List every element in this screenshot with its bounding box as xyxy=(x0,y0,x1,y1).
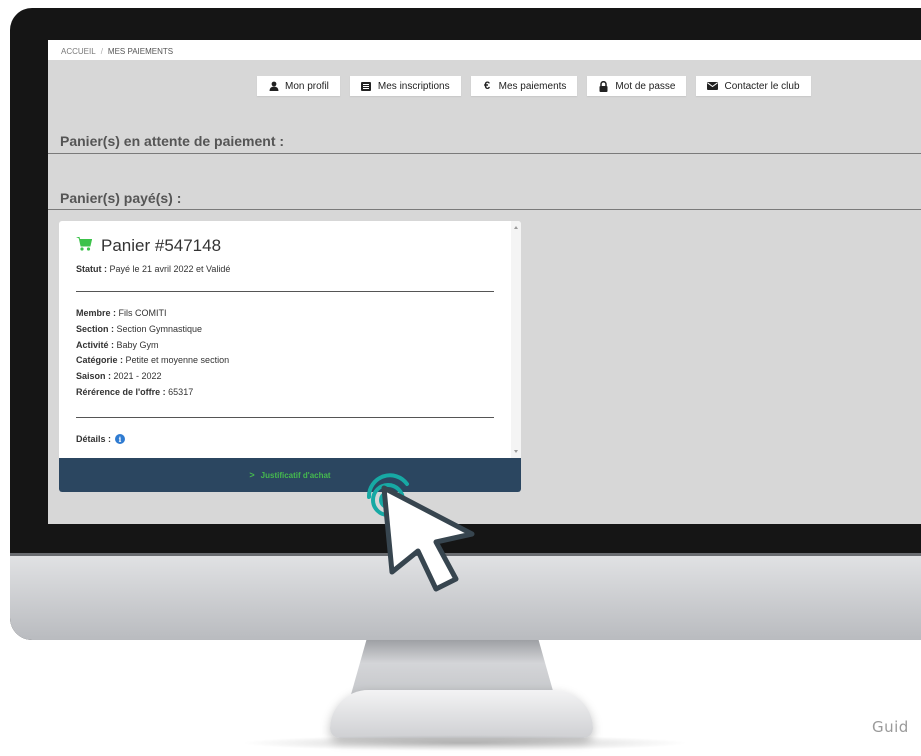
monitor-shadow xyxy=(240,735,690,751)
cart-info: Membre : Fils COMITI Section : Section G… xyxy=(76,306,229,401)
monitor-base xyxy=(330,690,593,738)
pending-carts-rule xyxy=(48,153,921,154)
field-value: 2021 - 2022 xyxy=(111,371,162,382)
profile-nav: Mon profil Mes inscriptions € Mes paieme… xyxy=(257,76,811,96)
envelope-icon xyxy=(707,81,719,92)
screen: ACCUEIL / MES PAIEMENTS Mon profil Mes ins… xyxy=(48,40,921,524)
card-divider-bottom xyxy=(76,417,494,418)
cart-title: Panier #547148 xyxy=(101,236,222,255)
field-value: Baby Gym xyxy=(114,339,159,350)
paid-carts-rule xyxy=(48,209,921,210)
nav-mes-inscriptions-button[interactable]: Mes inscriptions xyxy=(349,76,461,96)
field-label: Membre : xyxy=(76,308,117,318)
info-row-activite: Activité : Baby Gym xyxy=(76,338,229,354)
info-row-saison: Saison : 2021 - 2022 xyxy=(76,369,229,385)
paid-carts-title: Panier(s) payé(s) : xyxy=(60,190,182,206)
breadcrumb-separator: / xyxy=(100,47,103,56)
details-label: Détails : xyxy=(76,434,112,444)
field-value: Petite et moyenne section xyxy=(123,355,230,366)
scroll-up-arrow[interactable] xyxy=(514,226,518,229)
euro-icon: € xyxy=(484,80,491,92)
nav-label: Mot de passe xyxy=(615,80,676,92)
breadcrumb-home[interactable]: ACCUEIL xyxy=(61,47,96,56)
list-icon xyxy=(361,81,372,92)
info-row-section: Section : Section Gymnastique xyxy=(76,322,229,338)
card-scrollbar[interactable] xyxy=(511,221,521,458)
details-row: Détails : i xyxy=(76,434,126,444)
field-value: 65317 xyxy=(165,386,194,397)
nav-label: Contacter le club xyxy=(724,80,800,92)
cart-icon xyxy=(76,236,93,256)
lock-icon xyxy=(598,80,609,92)
field-value: Fils COMITI xyxy=(116,308,167,318)
info-icon[interactable]: i xyxy=(115,434,126,444)
field-label: Activité : xyxy=(76,339,115,350)
field-label: Rérérence de l'offre : xyxy=(76,386,166,397)
pending-carts-title: Panier(s) en attente de paiement : xyxy=(60,133,285,149)
scroll-down-arrow[interactable] xyxy=(514,450,518,453)
nav-label: Mes inscriptions xyxy=(377,80,450,92)
nav-mes-paiements-button[interactable]: € Mes paiements xyxy=(470,76,578,96)
status-value: Payé le 21 avril 2022 et Validé xyxy=(107,264,231,274)
info-row-membre: Membre : Fils COMITI xyxy=(76,306,229,322)
cart-card-header: Panier #547148 xyxy=(76,236,221,256)
info-row-categorie: Catégorie : Petite et moyenne section xyxy=(76,353,229,369)
nav-label: Mon profil xyxy=(285,80,329,92)
mouse-cursor-icon xyxy=(381,485,475,592)
breadcrumb-current: MES PAIEMENTS xyxy=(107,47,174,56)
field-label: Catégorie : xyxy=(76,355,124,366)
status-label: Statut : xyxy=(76,264,107,274)
user-icon xyxy=(268,81,279,92)
breadcrumb: ACCUEIL / MES PAIEMENTS xyxy=(48,40,921,60)
cart-card-body: Panier #547148 Statut : Payé le 21 avril… xyxy=(59,221,511,458)
cart-card: Panier #547148 Statut : Payé le 21 avril… xyxy=(59,221,521,492)
watermark: Guid xyxy=(872,718,909,736)
chevron-right-icon: > xyxy=(249,470,255,480)
field-label: Saison : xyxy=(76,371,112,382)
field-value: Section Gymnastique xyxy=(114,323,203,334)
info-row-reference: Rérérence de l'offre : 65317 xyxy=(76,385,229,401)
field-label: Section : xyxy=(76,323,115,334)
nav-mon-profil-button[interactable]: Mon profil xyxy=(257,76,340,96)
card-divider-top xyxy=(76,291,494,292)
nav-mot-de-passe-button[interactable]: Mot de passe xyxy=(587,76,687,96)
purchase-receipt-label: Justificatif d'achat xyxy=(260,470,331,480)
nav-label: Mes paiements xyxy=(498,80,567,92)
cart-status: Statut : Payé le 21 avril 2022 et Validé xyxy=(76,264,230,274)
nav-contacter-le-club-button[interactable]: Contacter le club xyxy=(696,76,811,96)
